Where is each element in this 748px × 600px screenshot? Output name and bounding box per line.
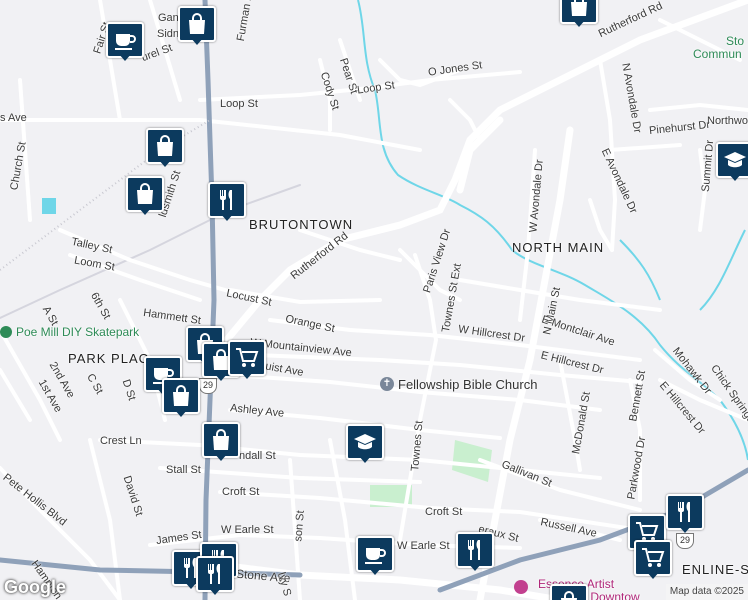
shopping-bag-icon xyxy=(133,183,157,205)
street-label-s-ave: s Ave xyxy=(0,112,27,124)
school-icon xyxy=(353,431,377,453)
poi-label-stone-community-2[interactable]: Commun xyxy=(693,47,742,61)
map-attribution[interactable]: Map data ©2025 xyxy=(665,584,748,600)
map-marker-grocery[interactable] xyxy=(634,540,672,580)
coffee-icon xyxy=(363,543,387,565)
map-marker-restaurant[interactable] xyxy=(666,494,704,534)
church-icon[interactable]: ✝ xyxy=(380,377,394,391)
street-label-northwood: Northwo xyxy=(707,115,748,127)
map-canvas[interactable]: Rutherford Rd Rutherford Rd O Jones St L… xyxy=(0,0,748,600)
map-marker-store[interactable] xyxy=(126,176,164,216)
map-marker-store[interactable] xyxy=(178,6,216,46)
street-label-w-earle-st-left: W Earle St xyxy=(221,524,274,536)
shopping-cart-icon xyxy=(235,347,259,369)
map-marker-store[interactable] xyxy=(162,378,200,418)
map-marker-school[interactable] xyxy=(346,424,384,464)
neighborhood-label-brutontown: BRUTONTOWN xyxy=(249,217,354,232)
shopping-bag-icon xyxy=(153,135,177,157)
restaurant-icon xyxy=(203,563,227,585)
street-label-croft-st-left: Croft St xyxy=(222,486,260,498)
street-label-w-earle-st-right: W Earle St xyxy=(397,540,450,552)
map-marker-cafe[interactable] xyxy=(106,22,144,62)
restaurant-icon xyxy=(215,189,239,211)
map-marker-cafe[interactable] xyxy=(356,536,394,576)
neighborhood-label-north-main: NORTH MAIN xyxy=(512,240,605,255)
poi-label-poe-mill[interactable]: Poe Mill DIY Skatepark xyxy=(16,325,139,339)
shopping-bag-icon xyxy=(185,13,209,35)
street-label-randall-st: ndall St xyxy=(239,450,276,462)
route-shield: 29 xyxy=(676,533,694,549)
street-label-loop-st-left: Loop St xyxy=(220,98,258,110)
shopping-bag-icon xyxy=(557,591,581,600)
shopping-bag-icon xyxy=(169,385,193,407)
map-marker-store[interactable] xyxy=(550,584,588,600)
coffee-icon xyxy=(113,29,137,51)
street-label-stall-st: Stall St xyxy=(166,464,201,476)
poi-label-fellowship-bible[interactable]: Fellowship Bible Church xyxy=(398,377,537,392)
map-marker-restaurant[interactable] xyxy=(456,532,494,572)
street-label-croft-st-right: Croft St xyxy=(425,506,463,518)
park-pin-icon[interactable] xyxy=(0,326,12,338)
school-icon xyxy=(723,149,747,171)
map-marker-store[interactable] xyxy=(146,128,184,168)
map-marker-restaurant[interactable] xyxy=(208,182,246,222)
neighborhood-label-stone-lake: ENLINE-SP xyxy=(682,562,748,577)
pool-area xyxy=(42,198,56,214)
map-marker-store[interactable] xyxy=(202,422,240,462)
restaurant-icon xyxy=(673,501,697,523)
shopping-bag-icon xyxy=(567,0,591,17)
restaurant-icon xyxy=(463,539,487,561)
shopping-cart-icon xyxy=(641,547,665,569)
map-marker-restaurant[interactable] xyxy=(196,556,234,596)
google-logo[interactable]: Google xyxy=(4,577,66,598)
street-label-crest-ln: Crest Ln xyxy=(100,435,142,447)
neighborhood-label-park-place: PARK PLAC xyxy=(68,351,150,366)
map-marker-store[interactable] xyxy=(560,0,598,28)
poi-label-stone-community[interactable]: Sto xyxy=(726,34,744,48)
arts-pin-icon[interactable] xyxy=(514,580,528,594)
map-marker-grocery[interactable] xyxy=(228,340,266,380)
map-marker-school[interactable] xyxy=(716,142,748,182)
shopping-bag-icon xyxy=(209,429,233,451)
